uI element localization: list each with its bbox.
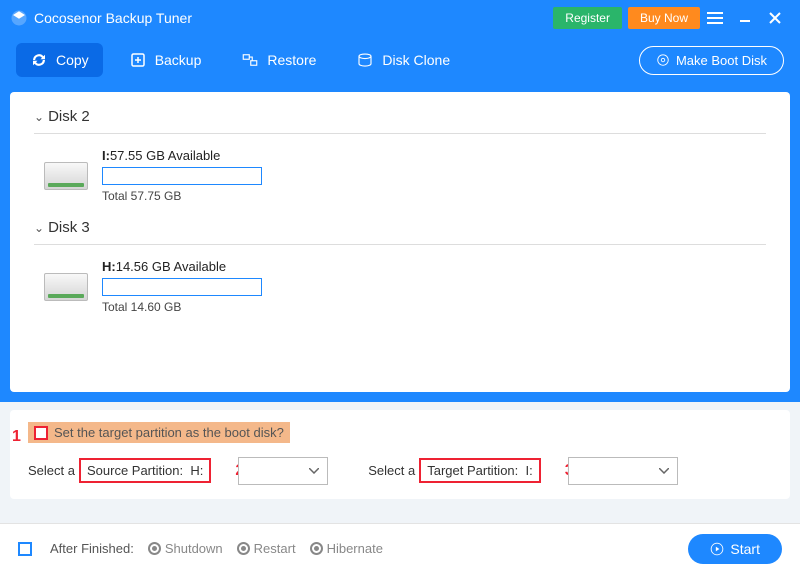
disk-clone-icon bbox=[356, 51, 374, 69]
chevron-down-icon: ⌄ bbox=[34, 221, 44, 235]
boot-disk-checkbox-row[interactable]: Set the target partition as the boot dis… bbox=[28, 422, 290, 443]
annotation-1: 1 bbox=[12, 428, 21, 446]
start-button[interactable]: Start bbox=[688, 534, 782, 564]
logo-icon bbox=[10, 9, 28, 27]
disk-3-row: H:14.56 GB Available Total 14.60 GB bbox=[34, 245, 766, 326]
target-partition-group: Select a Target Partition: I: 3 bbox=[368, 457, 677, 485]
radio-hibernate[interactable]: Hibernate bbox=[310, 541, 383, 556]
backup-icon bbox=[129, 51, 147, 69]
register-button[interactable]: Register bbox=[553, 7, 622, 29]
footer-bar: After Finished: Shutdown Restart Hiberna… bbox=[0, 523, 800, 573]
refresh-icon bbox=[30, 51, 48, 69]
radio-icon bbox=[310, 542, 323, 555]
radio-shutdown[interactable]: Shutdown bbox=[148, 541, 223, 556]
disk-3-available: H:14.56 GB Available bbox=[102, 259, 262, 274]
after-finished-checkbox[interactable] bbox=[18, 542, 32, 556]
radio-restart[interactable]: Restart bbox=[237, 541, 296, 556]
partition-selection-panel: 1 Set the target partition as the boot d… bbox=[10, 410, 790, 499]
disk-2-header[interactable]: ⌄ Disk 2 bbox=[34, 108, 766, 134]
source-partition-box: Source Partition: H: bbox=[79, 458, 211, 483]
target-partition-dropdown[interactable] bbox=[568, 457, 678, 485]
disk-3-header[interactable]: ⌄ Disk 3 bbox=[34, 215, 766, 245]
tab-disk-clone[interactable]: Disk Clone bbox=[342, 43, 464, 77]
app-title: Cocosenor Backup Tuner bbox=[34, 10, 192, 26]
disk-3-total: Total 14.60 GB bbox=[102, 300, 262, 314]
close-icon[interactable] bbox=[760, 3, 790, 33]
main-toolbar: Copy Backup Restore Disk Clone Make Boot… bbox=[0, 36, 800, 92]
drive-icon bbox=[44, 162, 88, 190]
disk-2-partition-bar[interactable] bbox=[102, 167, 262, 185]
boot-disk-checkbox[interactable] bbox=[34, 426, 48, 440]
tab-backup[interactable]: Backup bbox=[115, 43, 216, 77]
make-boot-disk-button[interactable]: Make Boot Disk bbox=[639, 46, 784, 75]
disk-2-available: I:57.55 GB Available bbox=[102, 148, 262, 163]
after-finished-label: After Finished: bbox=[50, 541, 134, 556]
radio-icon bbox=[148, 542, 161, 555]
play-icon bbox=[710, 542, 724, 556]
chevron-down-icon: ⌄ bbox=[34, 110, 44, 124]
disk-2-total: Total 57.75 GB bbox=[102, 189, 262, 203]
target-partition-box: Target Partition: I: bbox=[419, 458, 541, 483]
radio-icon bbox=[237, 542, 250, 555]
app-logo: Cocosenor Backup Tuner bbox=[10, 9, 192, 27]
drive-icon bbox=[44, 273, 88, 301]
source-partition-group: Select a Source Partition: H: 2 bbox=[28, 457, 328, 485]
disk-3-partition-bar[interactable] bbox=[102, 278, 262, 296]
menu-icon[interactable] bbox=[700, 3, 730, 33]
chevron-down-icon bbox=[659, 468, 669, 474]
source-partition-dropdown[interactable] bbox=[238, 457, 328, 485]
tab-restore[interactable]: Restore bbox=[227, 43, 330, 77]
disk-2-row: I:57.55 GB Available Total 57.75 GB bbox=[34, 134, 766, 215]
minimize-icon[interactable] bbox=[730, 3, 760, 33]
tab-copy[interactable]: Copy bbox=[16, 43, 103, 77]
disk-list-panel: ⌄ Disk 2 I:57.55 GB Available Total 57.7… bbox=[10, 92, 790, 392]
restore-icon bbox=[241, 51, 259, 69]
buy-now-button[interactable]: Buy Now bbox=[628, 7, 700, 29]
chevron-down-icon bbox=[309, 468, 319, 474]
title-bar: Cocosenor Backup Tuner Register Buy Now bbox=[0, 0, 800, 36]
disc-icon bbox=[656, 53, 670, 67]
